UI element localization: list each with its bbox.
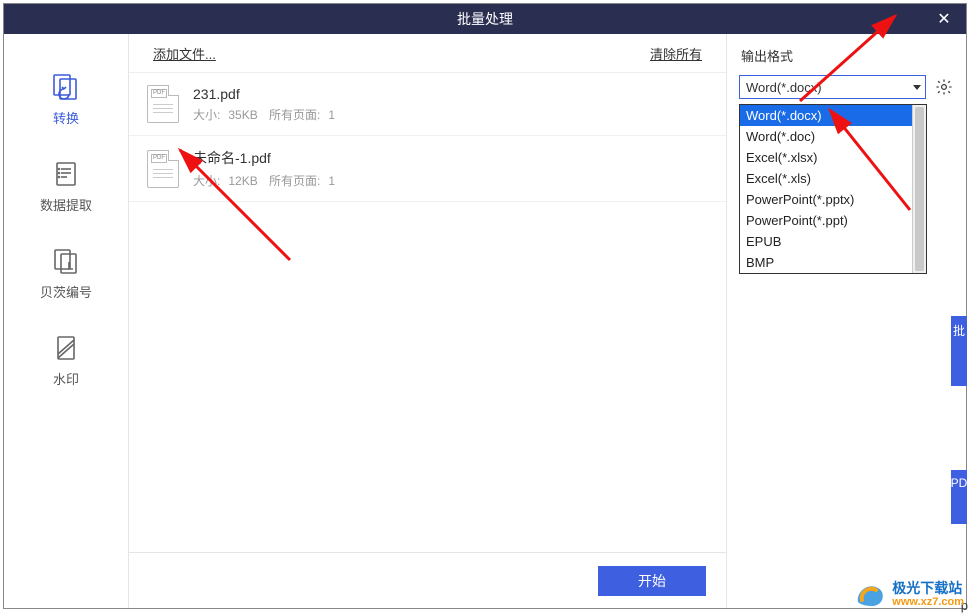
output-format-label: 输出格式 [739, 42, 954, 75]
dropdown-option[interactable]: Excel(*.xls) [740, 168, 912, 189]
dropdown-option[interactable]: PowerPoint(*.ppt) [740, 210, 912, 231]
gear-icon [935, 78, 953, 96]
dropdown-option[interactable]: Word(*.doc) [740, 126, 912, 147]
sidebar-item-label: 转换 [53, 108, 79, 127]
sidebar: 转换 数据提取 [4, 34, 129, 608]
bates-icon [49, 246, 83, 276]
watermark-icon [49, 333, 83, 363]
site-logo-icon [854, 580, 886, 610]
settings-button[interactable] [934, 77, 954, 97]
clear-all-link[interactable]: 清除所有 [650, 44, 702, 63]
dropdown-scrollbar[interactable] [912, 105, 926, 273]
sidebar-item-convert[interactable]: 转换 [4, 54, 128, 141]
pdf-file-icon [147, 85, 179, 123]
titlebar: 批量处理 ✕ [4, 4, 966, 34]
right-panel: 输出格式 Word(*.docx) Word(*.docx) Word(*.do… [726, 34, 966, 608]
chevron-down-icon [913, 85, 921, 90]
sidebar-item-bates[interactable]: 贝茨编号 [4, 228, 128, 315]
watermark-cn: 极光下载站 [892, 581, 964, 595]
file-row[interactable]: 未命名-1.pdf 大小:12KB 所有页面:1 [129, 136, 726, 202]
file-row[interactable]: 231.pdf 大小:35KB 所有页面:1 [129, 73, 726, 136]
sidebar-item-data-extract[interactable]: 数据提取 [4, 141, 128, 228]
start-button[interactable]: 开始 [598, 566, 706, 596]
dropdown-option[interactable]: Excel(*.xlsx) [740, 147, 912, 168]
file-area: 添加文件... 清除所有 231.pdf 大小:35KB 所有页面:1 [129, 34, 726, 608]
output-format-dropdown[interactable]: Word(*.docx) Word(*.doc) Excel(*.xlsx) E… [739, 104, 927, 274]
side-strip: 批 [951, 316, 967, 386]
watermark-en: www.xz7.com [892, 595, 964, 609]
dropdown-option[interactable]: PowerPoint(*.pptx) [740, 189, 912, 210]
site-watermark: 极光下载站 www.xz7.com [854, 580, 964, 610]
file-list: 231.pdf 大小:35KB 所有页面:1 未命名-1.pdf 大小:12KB… [129, 72, 726, 552]
convert-icon [49, 72, 83, 102]
side-strip: PD [951, 470, 967, 524]
file-meta: 大小:12KB 所有页面:1 [193, 172, 335, 189]
file-name: 未命名-1.pdf [193, 148, 335, 168]
window-title: 批量处理 [457, 9, 513, 29]
sidebar-item-watermark[interactable]: 水印 [4, 315, 128, 402]
extract-icon [49, 159, 83, 189]
sidebar-item-label: 贝茨编号 [40, 282, 92, 301]
output-format-combo[interactable]: Word(*.docx) [739, 75, 926, 99]
pdf-file-icon [147, 150, 179, 188]
sidebar-item-label: 数据提取 [40, 195, 92, 214]
dropdown-option[interactable]: BMP [740, 252, 912, 273]
dropdown-option[interactable]: EPUB [740, 231, 912, 252]
combo-selected-text: Word(*.docx) [746, 80, 822, 95]
close-button[interactable]: ✕ [922, 4, 966, 34]
file-name: 231.pdf [193, 86, 335, 102]
add-files-link[interactable]: 添加文件... [153, 44, 216, 63]
dropdown-option[interactable]: Word(*.docx) [740, 105, 912, 126]
close-icon: ✕ [937, 9, 950, 29]
file-meta: 大小:35KB 所有页面:1 [193, 106, 335, 123]
sidebar-item-label: 水印 [53, 369, 79, 388]
